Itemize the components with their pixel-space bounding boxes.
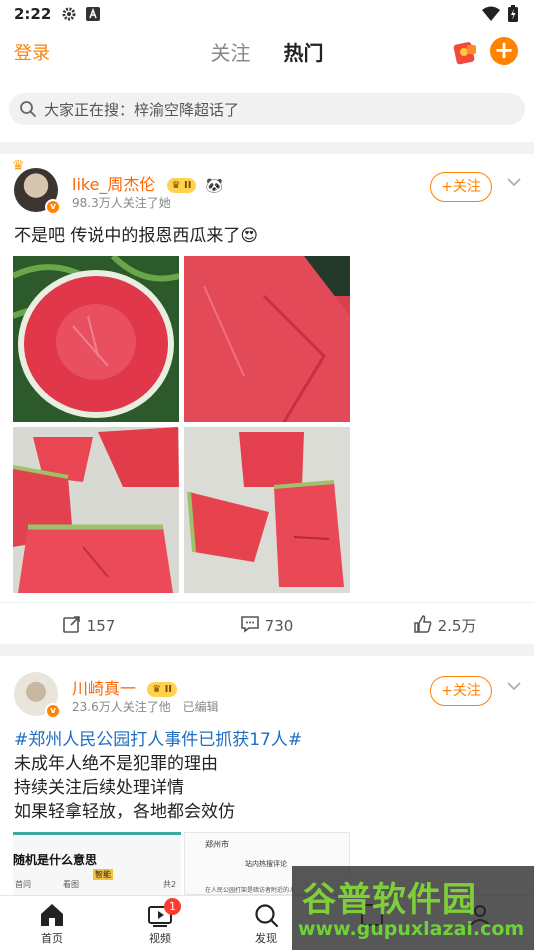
section-divider <box>0 644 534 656</box>
avatar[interactable]: v <box>14 672 61 719</box>
repost-button[interactable]: 157 <box>0 603 178 648</box>
post-photo[interactable] <box>184 256 350 422</box>
status-bar: 2:22 <box>0 0 534 28</box>
thumb-sub: 首问 <box>15 880 31 889</box>
follow-button[interactable]: +关注 <box>430 676 492 706</box>
chevron-down-icon[interactable] <box>506 678 522 694</box>
nav-home-label: 首页 <box>41 932 63 945</box>
comment-button[interactable]: 730 <box>178 603 356 648</box>
follower-count: 23.6万人关注了他 已编辑 <box>72 698 219 715</box>
post-photo[interactable] <box>184 427 350 593</box>
share-icon <box>62 615 81 637</box>
avatar[interactable]: ♛ v <box>12 158 61 215</box>
settings-gear-icon <box>61 6 77 22</box>
edited-label: 已编辑 <box>182 700 219 714</box>
post-photo[interactable] <box>13 256 179 422</box>
tab-following[interactable]: 关注 <box>210 37 250 66</box>
feed-post: ♛ v like_周杰伦 ♛ II 🐼 98.3万人关注了她 +关注 不是吧 传… <box>0 154 534 644</box>
post-text: #郑州人民公园打人事件已抓获17人# 未成年人绝不是犯罪的理由 持续关注后续处理… <box>14 728 302 824</box>
compose-plus-button[interactable]: + <box>490 37 518 65</box>
verified-badge-icon: v <box>45 199 61 215</box>
battery-icon <box>508 5 518 26</box>
thumb-sub: 看图 <box>63 880 79 889</box>
search-placeholder: 大家正在搜：梓渝空降超话了 <box>44 100 240 119</box>
post-line: 未成年人绝不是犯罪的理由 <box>14 754 218 774</box>
home-icon <box>39 902 65 928</box>
thumb-tag: 智能 <box>93 869 113 880</box>
thumb-sub: 站内热搜评论 <box>245 860 287 868</box>
vip-badge: ♛ II <box>166 178 197 193</box>
author-name[interactable]: 川崎真一 ♛ II <box>72 675 178 699</box>
thumb-title: 随机是什么意思 <box>13 853 98 867</box>
post-actions: 157 730 2.5万 <box>0 602 534 648</box>
nav-discover[interactable]: 发现 <box>236 902 296 946</box>
heart-eyes-emoji: 😍 <box>240 226 259 246</box>
search-bar[interactable]: 大家正在搜：梓渝空降超话了 <box>9 93 525 125</box>
author-name[interactable]: like_周杰伦 ♛ II 🐼 <box>72 171 223 195</box>
chevron-down-icon[interactable] <box>506 174 522 190</box>
post-photo[interactable]: 随机是什么意思 智能 首问 看图 共2 <box>13 832 181 895</box>
like-count: 2.5万 <box>437 617 477 635</box>
post-text: 不是吧 传说中的报恩西瓜来了😍 <box>14 224 258 248</box>
section-divider <box>0 142 534 154</box>
comment-count: 730 <box>264 616 294 635</box>
post-line: 如果轻拿轻放，各地都会效仿 <box>14 802 235 822</box>
wifi-icon <box>482 6 500 26</box>
follower-count-text: 23.6万人关注了他 <box>72 700 171 714</box>
watermark-title: 谷普软件园 <box>302 880 477 920</box>
notification-a-icon <box>85 6 101 22</box>
post-photo[interactable] <box>13 427 179 593</box>
feed-post: v 川崎真一 ♛ II 23.6万人关注了他 已编辑 +关注 #郑州人民公园打人… <box>0 656 534 895</box>
red-packet-icon[interactable] <box>452 39 478 65</box>
thumbs-up-icon <box>413 614 432 637</box>
post-text-content: 不是吧 传说中的报恩西瓜来了 <box>14 226 241 246</box>
hashtag-link[interactable]: #郑州人民公园打人事件已抓获17人# <box>14 728 302 752</box>
vip-level: II <box>164 684 173 695</box>
nav-video[interactable]: 视频 1 <box>130 898 190 946</box>
repost-count: 157 <box>86 616 116 635</box>
vip-badge: ♛ II <box>147 682 178 697</box>
notification-badge: 1 <box>164 898 181 915</box>
verified-badge-icon: v <box>45 703 61 719</box>
thumb-title: 郑州市 <box>205 840 229 849</box>
follower-count: 98.3万人关注了她 <box>72 196 171 210</box>
tab-hot[interactable]: 热门 <box>284 37 324 70</box>
watermark-url: www.gupuxlazai.com <box>298 918 525 940</box>
comment-icon <box>240 615 259 637</box>
top-header: 登录 关注 热门 + <box>0 28 534 76</box>
thumb-text: 在人民公园打架是暗访者附近的人 <box>205 887 296 894</box>
nav-discover-label: 发现 <box>255 932 277 945</box>
like-button[interactable]: 2.5万 <box>356 603 534 648</box>
panda-icon: 🐼 <box>205 178 223 194</box>
post-line: 持续关注后续处理详情 <box>14 778 184 798</box>
crown-icon: ♛ <box>12 158 25 174</box>
follow-button[interactable]: +关注 <box>430 172 492 202</box>
discover-search-icon <box>253 902 279 928</box>
search-icon <box>19 100 37 118</box>
author-name-text[interactable]: like_周杰伦 <box>72 175 155 194</box>
status-time: 2:22 <box>14 5 52 23</box>
site-watermark: 谷普软件园 www.gupuxlazai.com <box>292 866 534 950</box>
thumb-sub: 共2 <box>163 880 177 889</box>
nav-video-label: 视频 <box>149 932 171 945</box>
nav-home[interactable]: 首页 <box>22 902 82 946</box>
author-name-text[interactable]: 川崎真一 <box>72 679 136 698</box>
vip-level: II <box>183 180 192 191</box>
